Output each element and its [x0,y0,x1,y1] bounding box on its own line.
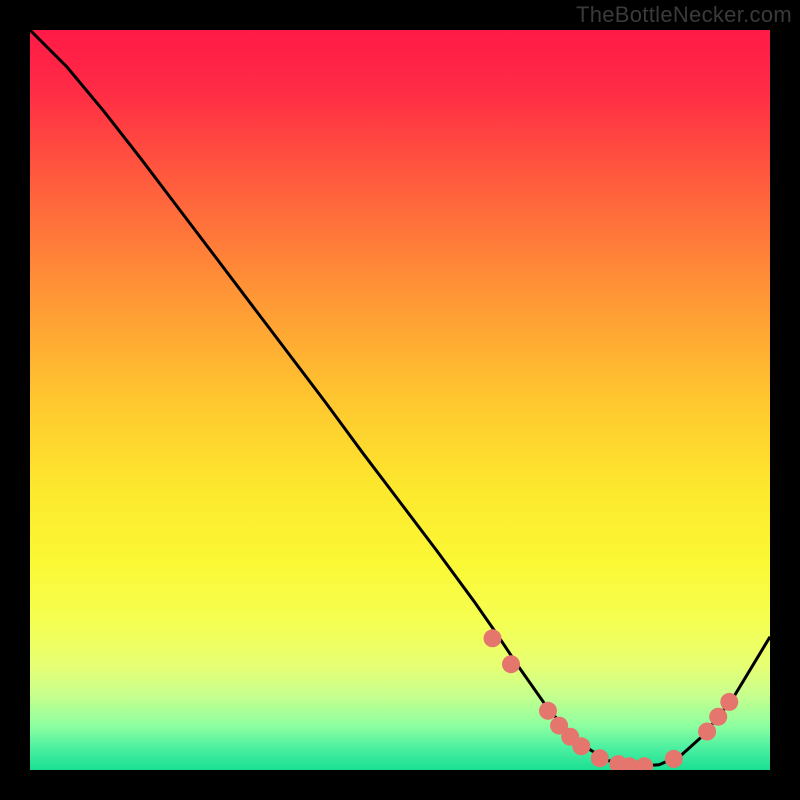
highlight-dot [484,629,502,647]
highlight-dot [709,708,727,726]
highlight-dot [635,757,653,770]
highlight-dot [665,750,683,768]
highlight-dot [720,693,738,711]
highlight-dot [591,749,609,767]
highlight-dot [539,702,557,720]
watermark-text: TheBottleNecker.com [576,2,792,28]
highlight-dots [30,30,770,770]
highlight-dot [698,723,716,741]
chart-plot-area [30,30,770,770]
highlight-dot [572,737,590,755]
highlight-dot [502,655,520,673]
